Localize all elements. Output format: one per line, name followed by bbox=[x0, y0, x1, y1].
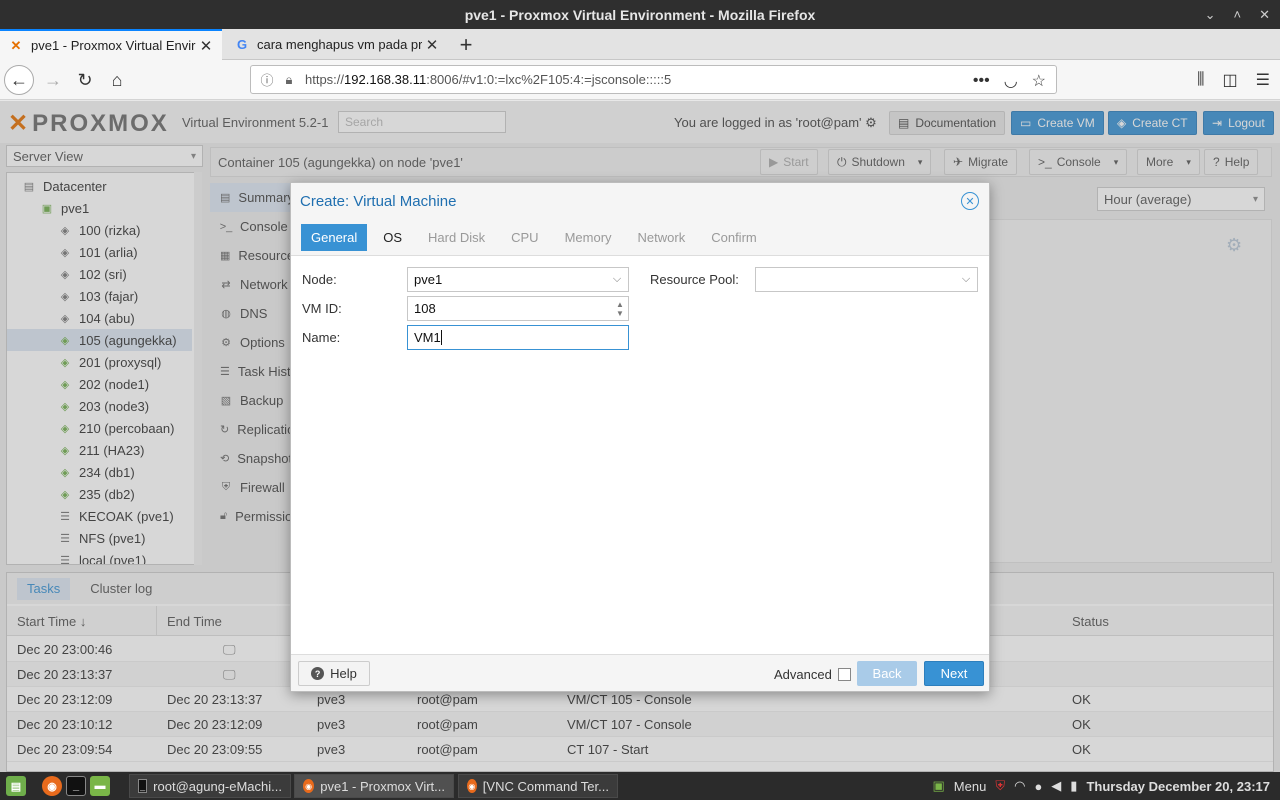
advanced-checkbox[interactable] bbox=[838, 668, 851, 681]
url-host: 192.168.38.11 bbox=[344, 72, 427, 87]
clock[interactable]: Thursday December 20, 23:17 bbox=[1086, 779, 1270, 794]
wifi-icon[interactable]: ◠ bbox=[1014, 778, 1025, 794]
google-g-icon: G bbox=[236, 37, 248, 52]
text-cursor bbox=[440, 330, 442, 345]
resource-pool-select[interactable]: ⌵ bbox=[755, 267, 978, 292]
lock-warning-icon[interactable]: 🔒︎ bbox=[281, 72, 297, 88]
tab-memory[interactable]: Memory bbox=[555, 224, 622, 251]
name-label: Name: bbox=[302, 330, 341, 345]
resource-pool-label: Resource Pool: bbox=[650, 272, 739, 287]
dialog-body: Node: pve1 ⌵ VM ID: 108 ▲ ▼ Name: VM1 Res… bbox=[291, 255, 989, 655]
browser-tab-proxmox[interactable]: ✕ pve1 - Proxmox Virtual Enviro ✕ bbox=[0, 29, 222, 60]
os-taskbar: ▤ ◉ _ ▬ _ root@agung-eMachi... ◉ pve1 - … bbox=[0, 772, 1280, 800]
firefox-icon[interactable]: ◉ bbox=[42, 776, 62, 796]
forward-icon[interactable]: → bbox=[38, 65, 68, 95]
node-select[interactable]: pve1 ⌵ bbox=[407, 267, 629, 292]
vmid-spinner[interactable]: 108 ▲ ▼ bbox=[407, 296, 629, 321]
terminal-icon: _ bbox=[138, 779, 148, 793]
dialog-tabs: General OS Hard Disk CPU Memory Network Confir… bbox=[301, 224, 981, 251]
node-label: Node: bbox=[302, 272, 337, 287]
name-input[interactable]: VM1 bbox=[407, 325, 629, 350]
proxmox-x-icon: ✕ bbox=[10, 37, 22, 53]
url-bar[interactable]: ⓘ 🔒︎ https://192.168.38.11:8006/#v1:0:=l… bbox=[250, 65, 1057, 94]
terminal-icon[interactable]: _ bbox=[66, 776, 86, 796]
shield-icon[interactable]: ⛨ bbox=[995, 778, 1005, 794]
hamburger-menu-icon[interactable]: ☰ bbox=[1256, 70, 1270, 90]
dialog-help-button[interactable]: ? Help bbox=[298, 661, 370, 686]
minimize-icon[interactable]: ⌄ bbox=[1205, 7, 1216, 23]
tab-label: cara menghapus vm pada pro bbox=[257, 37, 422, 52]
tab-confirm[interactable]: Confirm bbox=[701, 224, 767, 251]
battery-icon[interactable]: ▮ bbox=[1070, 778, 1077, 794]
taskbar-window-firefox[interactable]: ◉ pve1 - Proxmox Virt... bbox=[294, 774, 454, 798]
window-controls: ⌄ ˄ ✕ bbox=[1205, 0, 1270, 29]
mint-logo-icon[interactable]: ▣ bbox=[933, 778, 945, 794]
close-icon[interactable]: ✕ bbox=[961, 192, 979, 210]
user-icon[interactable]: ● bbox=[1034, 779, 1042, 794]
create-vm-dialog: Create: Virtual Machine ✕ General OS Hard … bbox=[290, 182, 990, 692]
back-icon[interactable]: ← bbox=[4, 65, 34, 95]
firefox-icon: ◉ bbox=[467, 779, 477, 793]
library-icon[interactable]: ⫼ bbox=[1197, 71, 1204, 89]
sidebar-icon[interactable]: ◫ bbox=[1223, 70, 1238, 90]
close-tab-icon[interactable]: ✕ bbox=[424, 36, 440, 54]
taskbar-window-vnc[interactable]: ◉ [VNC Command Ter... bbox=[458, 774, 618, 798]
advanced-label: Advanced bbox=[774, 667, 832, 682]
new-tab-icon[interactable]: + bbox=[452, 29, 480, 60]
firefox-icon: ◉ bbox=[303, 779, 315, 793]
taskbar-window-terminal[interactable]: _ root@agung-eMachi... bbox=[129, 774, 291, 798]
url-rest: :8006/#v1:0:=lxc%2F105:4:=jsconsole:::::… bbox=[426, 72, 672, 87]
question-icon: ? bbox=[311, 667, 325, 680]
menu-label[interactable]: Menu bbox=[954, 779, 987, 794]
dialog-title: Create: Virtual Machine bbox=[300, 193, 457, 210]
next-button[interactable]: Next bbox=[924, 661, 984, 686]
home-icon[interactable]: ⌂ bbox=[102, 65, 132, 95]
vmid-label: VM ID: bbox=[302, 301, 342, 316]
maximize-icon[interactable]: ˄ bbox=[1234, 7, 1242, 22]
window-titlebar: pve1 - Proxmox Virtual Environment - Moz… bbox=[0, 0, 1280, 29]
volume-icon[interactable]: ◀ bbox=[1051, 778, 1061, 794]
info-icon[interactable]: ⓘ bbox=[259, 70, 275, 89]
tab-general[interactable]: General bbox=[301, 224, 368, 251]
chevron-down-icon: ⌵ bbox=[961, 273, 971, 285]
bookmark-star-icon[interactable]: ☆ bbox=[1032, 71, 1046, 91]
back-button[interactable]: Back bbox=[857, 661, 917, 686]
tab-strip: ✕ pve1 - Proxmox Virtual Enviro ✕ G cara… bbox=[0, 29, 1280, 60]
pocket-icon[interactable]: ◡ bbox=[1004, 71, 1018, 91]
tab-hard-disk[interactable]: Hard Disk bbox=[418, 224, 495, 251]
mint-menu-icon[interactable]: ▤ bbox=[6, 776, 26, 796]
spinner-arrows-icon[interactable]: ▲ ▼ bbox=[612, 297, 628, 320]
system-tray: ▣ Menu ⛨ ◠ ● ◀ ▮ Thursday December 20, 2… bbox=[933, 772, 1271, 800]
tab-cpu[interactable]: CPU bbox=[501, 224, 548, 251]
dialog-footer: ? Help Advanced Back Next bbox=[291, 656, 989, 691]
navigation-bar: ← → ↻ ⌂ ⓘ 🔒︎ https://192.168.38.11:8006/… bbox=[0, 60, 1280, 100]
tab-os[interactable]: OS bbox=[373, 224, 412, 251]
url-prefix: https:// bbox=[305, 72, 345, 87]
chevron-down-icon: ⌵ bbox=[612, 273, 622, 285]
close-tab-icon[interactable]: ✕ bbox=[198, 37, 214, 55]
page-actions-icon[interactable]: ••• bbox=[973, 72, 990, 90]
close-window-icon[interactable]: ✕ bbox=[1259, 7, 1270, 23]
window-title: pve1 - Proxmox Virtual Environment - Moz… bbox=[464, 6, 816, 23]
tab-label: pve1 - Proxmox Virtual Enviro bbox=[31, 38, 196, 53]
reload-icon[interactable]: ↻ bbox=[70, 65, 100, 95]
tab-network[interactable]: Network bbox=[628, 224, 696, 251]
folder-icon[interactable]: ▬ bbox=[90, 776, 110, 796]
browser-tab-google[interactable]: G cara menghapus vm pada pro ✕ bbox=[226, 29, 448, 60]
